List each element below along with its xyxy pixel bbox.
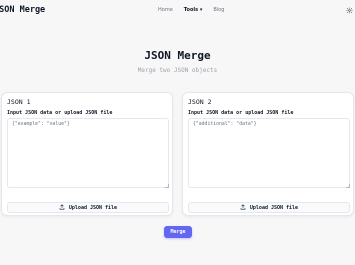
input-label: Input JSON data or upload JSON file [7, 110, 113, 116]
page: JSON Merge Home Tools ▾ Blog JSON Merge … [0, 0, 355, 265]
panel-title: JSON 1 [7, 98, 31, 106]
gear-icon[interactable] [345, 6, 354, 15]
main-nav: Home Tools ▾ Blog [158, 7, 224, 13]
panel-title: JSON 2 [188, 98, 212, 106]
resize-handle-icon[interactable] [165, 184, 169, 188]
page-subtitle: Merge two JSON objects [137, 67, 218, 74]
upload-json-1-button[interactable]: Upload JSON file [7, 202, 169, 213]
json-1-panel: JSON 1 Input JSON data or upload JSON fi… [1, 92, 173, 216]
nav-blog[interactable]: Blog [213, 7, 224, 13]
merge-button[interactable]: Merge [164, 226, 192, 238]
page-title: JSON Merge [144, 49, 211, 62]
upload-label: Upload JSON file [68, 204, 118, 211]
nav-home[interactable]: Home [158, 7, 173, 13]
brand-logo[interactable]: JSON Merge [0, 5, 45, 15]
json-2-panel: JSON 2 Input JSON data or upload JSON fi… [182, 92, 354, 216]
upload-icon [59, 203, 65, 212]
upload-json-2-button[interactable]: Upload JSON file [188, 202, 350, 213]
input-label: Input JSON data or upload JSON file [188, 110, 294, 116]
top-nav-bar: JSON Merge Home Tools ▾ Blog [0, 0, 355, 22]
json-2-textarea[interactable]: {"additional": "data"} [188, 118, 350, 188]
upload-icon [240, 203, 246, 212]
nav-tools[interactable]: Tools ▾ [184, 7, 203, 13]
json-1-textarea[interactable]: {"example": "value"} [7, 118, 169, 188]
resize-handle-icon[interactable] [346, 184, 350, 188]
upload-label: Upload JSON file [249, 204, 299, 211]
